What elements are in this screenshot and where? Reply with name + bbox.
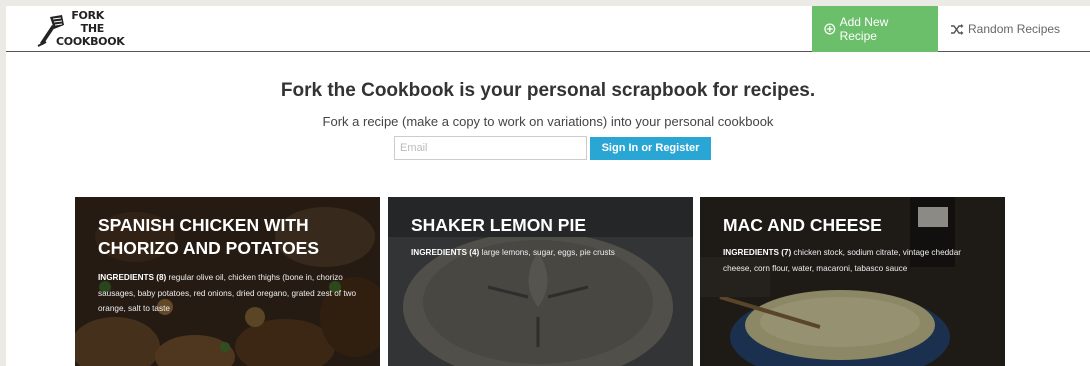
ingredients-count: INGREDIENTS (7) (723, 248, 792, 257)
signin-form: Sign In or Register (394, 136, 711, 160)
recipe-ingredients: INGREDIENTS (4) large lemons, sugar, egg… (411, 245, 679, 261)
hero-subtitle: Fork a recipe (make a copy to work on va… (322, 114, 774, 129)
recipe-title: MAC AND CHEESE (723, 215, 882, 235)
logo-text: FORK THE COOKBOOK (56, 9, 125, 48)
recipe-card[interactable]: SPANISH CHICKEN WITH CHORIZO AND POTATOE… (75, 197, 380, 366)
plus-circle-icon (824, 23, 836, 35)
ingredients-count: INGREDIENTS (8) (98, 273, 167, 282)
nav-actions: Add New Recipe Random Recipes (812, 6, 1090, 52)
add-new-recipe-label: Add New Recipe (839, 15, 889, 43)
random-recipes-label: Random Recipes (968, 22, 1061, 36)
logo[interactable]: FORK THE COOKBOOK (36, 9, 125, 51)
random-recipes-button[interactable]: Random Recipes (938, 6, 1090, 52)
shuffle-icon (951, 23, 964, 35)
logo-line-2: THE (80, 22, 105, 35)
recipe-title: SPANISH CHICKEN WITH CHORIZO AND POTATOE… (98, 215, 320, 258)
recipe-ingredients: INGREDIENTS (8) regular olive oil, chick… (98, 270, 366, 317)
recipe-title: SHAKER LEMON PIE (411, 215, 587, 235)
logo-line-1: FORK (71, 9, 104, 22)
recipe-cards: SPANISH CHICKEN WITH CHORIZO AND POTATOE… (75, 197, 1005, 366)
navbar: FORK THE COOKBOOK Add New Recipe Random … (6, 6, 1090, 52)
recipe-ingredients: INGREDIENTS (7) chicken stock, sodium ci… (723, 245, 991, 276)
page: FORK THE COOKBOOK Add New Recipe Random … (6, 6, 1090, 366)
recipe-card[interactable]: MAC AND CHEESE INGREDIENTS (7) chicken s… (700, 197, 1005, 366)
hero-title: Fork the Cookbook is your personal scrap… (280, 80, 816, 101)
add-new-recipe-button[interactable]: Add New Recipe (812, 6, 938, 52)
recipe-card[interactable]: SHAKER LEMON PIE INGREDIENTS (4) large l… (388, 197, 693, 366)
email-input[interactable] (394, 136, 587, 160)
logo-line-3: COOKBOOK (56, 35, 125, 48)
signin-register-button[interactable]: Sign In or Register (590, 136, 711, 160)
ingredients-list: large lemons, sugar, eggs, pie crusts (481, 248, 615, 257)
ingredients-count: INGREDIENTS (4) (411, 248, 480, 257)
